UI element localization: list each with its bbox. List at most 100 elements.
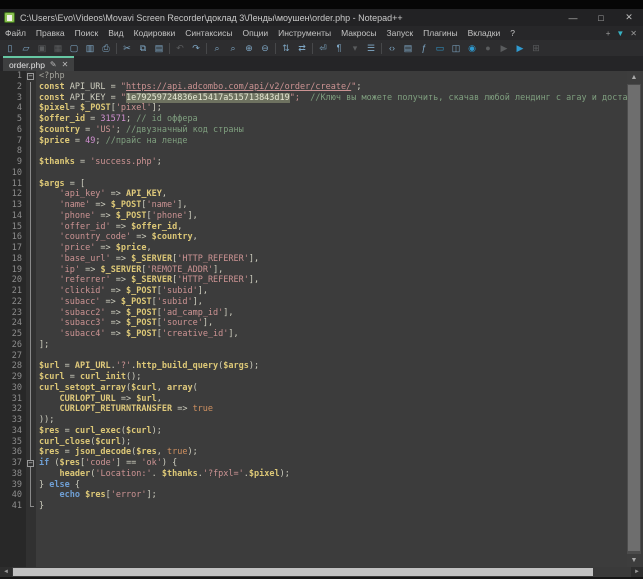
fold-cell[interactable] bbox=[26, 82, 36, 93]
paste-icon[interactable]: ▤ bbox=[152, 42, 166, 55]
print-icon[interactable]: ⎙ bbox=[99, 42, 113, 55]
fold-cell[interactable] bbox=[26, 329, 36, 340]
fold-cell[interactable] bbox=[26, 232, 36, 243]
fold-cell[interactable] bbox=[26, 404, 36, 415]
fold-cell[interactable] bbox=[26, 383, 36, 394]
menu-run[interactable]: Запуск bbox=[382, 28, 419, 38]
fold-cell[interactable] bbox=[26, 361, 36, 372]
horizontal-scrollbar-thumb[interactable] bbox=[13, 568, 593, 576]
monitor-icon[interactable]: ◉ bbox=[465, 42, 479, 55]
find-icon[interactable]: ⌕ bbox=[210, 42, 224, 55]
word-wrap-icon[interactable]: ⏎ bbox=[316, 42, 330, 55]
fold-collapse-icon[interactable]: − bbox=[27, 73, 34, 80]
fold-cell[interactable] bbox=[26, 297, 36, 308]
doc-map-icon[interactable]: ▭ bbox=[433, 42, 447, 55]
fold-cell[interactable] bbox=[26, 114, 36, 125]
multi-run-icon[interactable]: ⊞ bbox=[529, 42, 543, 55]
fold-cell[interactable] bbox=[26, 372, 36, 383]
menu-right-dropdown-button[interactable]: ▼ bbox=[616, 29, 624, 38]
fold-cell[interactable] bbox=[26, 318, 36, 329]
fold-cell[interactable] bbox=[26, 340, 36, 351]
open-file-icon[interactable]: ▱ bbox=[19, 42, 33, 55]
fold-cell[interactable] bbox=[26, 286, 36, 297]
horizontal-scrollbar[interactable]: ◄ ► bbox=[0, 567, 643, 577]
scroll-left-icon[interactable]: ◄ bbox=[0, 567, 12, 577]
fold-cell[interactable] bbox=[26, 308, 36, 319]
fold-cell[interactable] bbox=[26, 447, 36, 458]
menu-search[interactable]: Поиск bbox=[70, 28, 104, 38]
close-icon[interactable]: ▢ bbox=[67, 42, 81, 55]
vertical-scrollbar[interactable]: ▲ ▼ bbox=[627, 71, 641, 567]
macro-play-icon[interactable]: ▶ bbox=[497, 42, 511, 55]
fold-cell[interactable] bbox=[26, 480, 36, 491]
editor[interactable]: 1234567891011121314151617181920212223242… bbox=[0, 71, 643, 567]
fold-cell[interactable] bbox=[26, 93, 36, 104]
fold-cell[interactable] bbox=[26, 179, 36, 190]
menu-help[interactable]: ? bbox=[505, 28, 520, 38]
macro-record-icon[interactable]: ● bbox=[481, 42, 495, 55]
fold-cell[interactable] bbox=[26, 490, 36, 501]
fold-cell[interactable] bbox=[26, 351, 36, 362]
vertical-scrollbar-thumb[interactable] bbox=[628, 85, 640, 551]
tab-close-icon[interactable]: ✕ bbox=[62, 60, 69, 69]
tab-order-php[interactable]: order.php ✎ ✕ bbox=[3, 56, 74, 71]
title-bar[interactable]: C:\Users\Evo\Videos\Movavi Screen Record… bbox=[0, 9, 643, 26]
fold-margin[interactable]: −− bbox=[26, 71, 36, 567]
maximize-button[interactable]: □ bbox=[587, 13, 615, 23]
zoom-in-icon[interactable]: ⊕ bbox=[242, 42, 256, 55]
fold-cell[interactable] bbox=[26, 415, 36, 426]
fold-cell[interactable] bbox=[26, 243, 36, 254]
fold-cell[interactable] bbox=[26, 501, 36, 512]
fold-cell[interactable] bbox=[26, 437, 36, 448]
fold-cell[interactable] bbox=[26, 426, 36, 437]
menu-tabs[interactable]: Вкладки bbox=[463, 28, 506, 38]
menu-view[interactable]: Вид bbox=[103, 28, 128, 38]
fold-cell[interactable] bbox=[26, 254, 36, 265]
minimize-button[interactable]: — bbox=[559, 13, 587, 23]
fold-cell[interactable]: − bbox=[26, 71, 36, 82]
fold-cell[interactable] bbox=[26, 200, 36, 211]
undo-icon[interactable]: ↶ bbox=[173, 42, 187, 55]
doc-switcher-icon[interactable]: ▤ bbox=[401, 42, 415, 55]
menu-plugins[interactable]: Плагины bbox=[418, 28, 462, 38]
fold-cell[interactable] bbox=[26, 189, 36, 200]
copy-icon[interactable]: ⧉ bbox=[136, 42, 150, 55]
indent-guide-icon[interactable]: ☰ bbox=[364, 42, 378, 55]
menu-file[interactable]: Файл bbox=[0, 28, 31, 38]
fold-cell[interactable] bbox=[26, 157, 36, 168]
save-all-icon[interactable]: ▦ bbox=[51, 42, 65, 55]
fold-cell[interactable]: − bbox=[26, 458, 36, 469]
fold-cell[interactable] bbox=[26, 125, 36, 136]
menu-settings[interactable]: Опции bbox=[238, 28, 274, 38]
redo-icon[interactable]: ↷ bbox=[189, 42, 203, 55]
save-icon[interactable]: ▣ bbox=[35, 42, 49, 55]
fold-cell[interactable] bbox=[26, 211, 36, 222]
code-area[interactable]: <?phpconst API_URL = "https://api.adcomb… bbox=[36, 71, 643, 567]
fold-collapse-icon[interactable]: − bbox=[27, 460, 34, 467]
menu-right-plus-button[interactable]: + bbox=[606, 29, 611, 38]
fold-cell[interactable] bbox=[26, 394, 36, 405]
fold-cell[interactable] bbox=[26, 222, 36, 233]
menu-language[interactable]: Синтаксисы bbox=[180, 28, 237, 38]
folder-workspace-icon[interactable]: ◫ bbox=[449, 42, 463, 55]
menu-macro[interactable]: Макросы bbox=[336, 28, 381, 38]
scroll-right-icon[interactable]: ► bbox=[631, 567, 643, 577]
close-all-icon[interactable]: ▥ bbox=[83, 42, 97, 55]
fold-cell[interactable] bbox=[26, 469, 36, 480]
sync-horizontal-icon[interactable]: ⇄ bbox=[295, 42, 309, 55]
fold-cell[interactable] bbox=[26, 146, 36, 157]
dropdown-arrow-icon[interactable]: ▾ bbox=[348, 42, 362, 55]
fold-cell[interactable] bbox=[26, 168, 36, 179]
menu-edit[interactable]: Правка bbox=[31, 28, 70, 38]
sync-vertical-icon[interactable]: ⇅ bbox=[279, 42, 293, 55]
new-file-icon[interactable]: ▯ bbox=[3, 42, 17, 55]
show-all-chars-icon[interactable]: ¶ bbox=[332, 42, 346, 55]
close-button[interactable]: ✕ bbox=[615, 12, 643, 23]
fold-cell[interactable] bbox=[26, 275, 36, 286]
replace-icon[interactable]: ⌕ bbox=[226, 42, 240, 55]
function-list-icon[interactable]: ƒ bbox=[417, 42, 431, 55]
fold-cell[interactable] bbox=[26, 265, 36, 276]
fold-cell[interactable] bbox=[26, 136, 36, 147]
menu-tools[interactable]: Инструменты bbox=[273, 28, 336, 38]
menu-encoding[interactable]: Кодировки bbox=[129, 28, 181, 38]
